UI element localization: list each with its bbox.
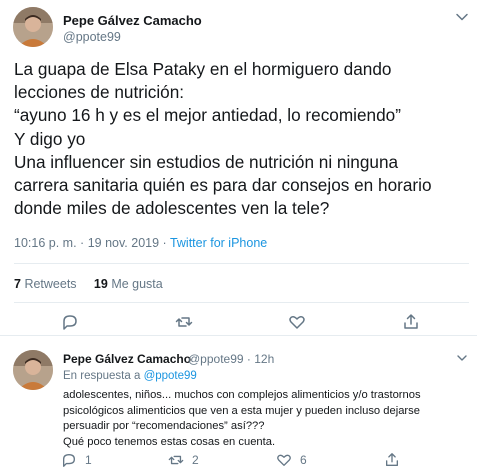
chevron-down-icon[interactable]	[455, 10, 469, 24]
like-count: 6	[300, 453, 307, 467]
in-reply-to: En respuesta a @ppote99	[63, 370, 197, 382]
tweet-date[interactable]: 19 nov. 2019	[88, 236, 159, 250]
retweets-stat[interactable]: 7 Retweets	[14, 277, 77, 291]
tweet-stats: 7 Retweets 19 Me gusta	[14, 277, 163, 291]
tweet-time[interactable]: 10:16 p. m.	[14, 236, 77, 250]
tweet-source-link[interactable]: Twitter for iPhone	[170, 236, 267, 250]
retweet-count: 2	[192, 453, 199, 467]
like-icon	[277, 454, 291, 466]
share-icon[interactable]	[402, 313, 420, 331]
chevron-down-icon[interactable]	[456, 352, 468, 364]
meta-separator: ·	[80, 236, 85, 250]
likes-stat[interactable]: 19 Me gusta	[94, 277, 163, 291]
reply-reply-button[interactable]: 1	[61, 452, 101, 470]
likes-count: 19	[93, 277, 108, 291]
avatar[interactable]	[13, 350, 53, 390]
divider	[14, 302, 469, 303]
main-tweet: Pepe Gálvez Camacho @ppote99 La guapa de…	[0, 0, 477, 336]
in-reply-mention[interactable]: @ppote99	[144, 370, 197, 382]
retweets-label: Retweets	[24, 277, 77, 291]
retweet-icon	[168, 455, 184, 465]
author-name[interactable]: Pepe Gálvez Camacho	[63, 13, 202, 28]
author-handle[interactable]: @ppote99	[63, 30, 121, 44]
reply-icon[interactable]	[61, 313, 79, 331]
share-icon	[386, 453, 398, 466]
meta-separator: ·	[246, 352, 251, 366]
retweet-icon[interactable]	[175, 313, 193, 331]
reply-retweet-button[interactable]: 2	[168, 452, 208, 470]
reply-handle-text[interactable]: @ppote99	[188, 352, 244, 366]
divider	[14, 263, 469, 264]
reply-text: adolescentes, niños... muchos con comple…	[63, 389, 421, 448]
retweets-count: 7	[14, 277, 21, 291]
reply-share-button[interactable]	[384, 452, 404, 470]
reply-count: 1	[85, 453, 92, 467]
tweet-text: La guapa de Elsa Pataky en el hormiguero…	[14, 59, 432, 219]
in-reply-prefix: En respuesta a	[63, 370, 141, 382]
reply-author-handle: @ppote99 · 12h	[188, 352, 274, 366]
like-icon[interactable]	[288, 313, 306, 331]
likes-label: Me gusta	[111, 277, 163, 291]
avatar[interactable]	[13, 7, 53, 47]
reply-like-button[interactable]: 6	[276, 452, 316, 470]
reply-time[interactable]: 12h	[254, 352, 274, 366]
meta-separator: ·	[162, 236, 167, 250]
tweet-timestamp: 10:16 p. m. · 19 nov. 2019 · Twitter for…	[14, 236, 267, 250]
reply-author-name[interactable]: Pepe Gálvez Camacho	[63, 352, 191, 366]
reply-icon	[63, 454, 75, 467]
